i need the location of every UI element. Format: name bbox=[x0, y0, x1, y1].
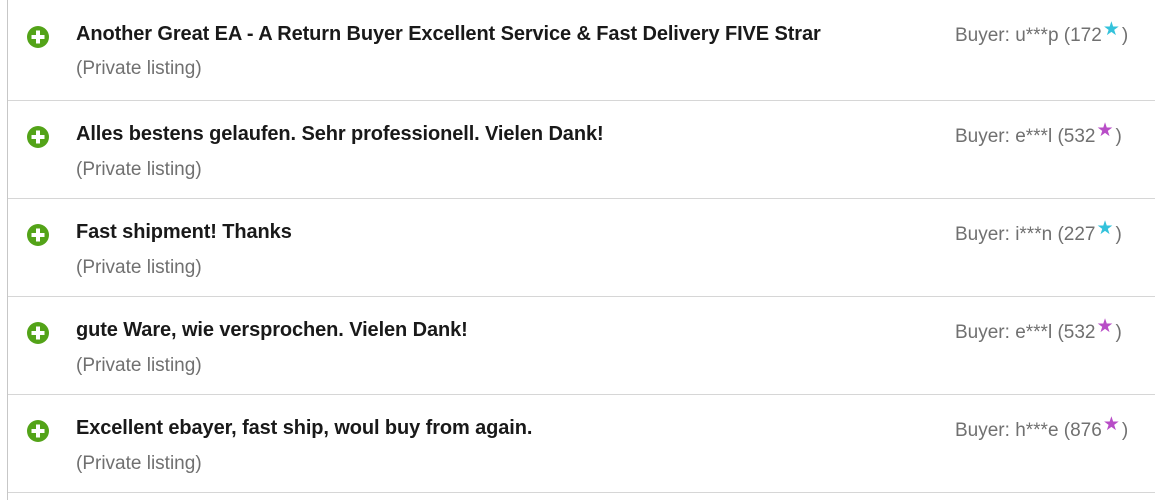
positive-plus-icon bbox=[26, 419, 50, 443]
buyer-info: Buyer: e***l (532★) bbox=[955, 316, 1122, 344]
positive-plus-icon bbox=[26, 125, 50, 149]
feedback-list: Another Great EA - A Return Buyer Excell… bbox=[7, 0, 1155, 500]
private-listing-label: (Private listing) bbox=[76, 159, 202, 180]
buyer-close-paren: ) bbox=[1121, 420, 1129, 441]
feedback-star-icon: ★ bbox=[1096, 316, 1114, 337]
feedback-row: Excellent ebayer, fast ship, woul buy fr… bbox=[8, 395, 1155, 493]
buyer-close-paren: ) bbox=[1115, 322, 1122, 343]
positive-plus-icon bbox=[26, 223, 50, 247]
feedback-star-icon: ★ bbox=[1096, 218, 1114, 239]
buyer-info: Buyer: h***e (876★) bbox=[955, 414, 1129, 442]
feedback-comment: gute Ware, wie versprochen. Vielen Dank! bbox=[76, 319, 468, 341]
buyer-id[interactable]: Buyer: h***e (876 bbox=[955, 420, 1102, 441]
buyer-close-paren: ) bbox=[1115, 126, 1122, 147]
buyer-close-paren: ) bbox=[1115, 224, 1122, 245]
private-listing-label: (Private listing) bbox=[76, 453, 202, 474]
buyer-info: Buyer: e***l (532★) bbox=[955, 120, 1122, 148]
buyer-id[interactable]: Buyer: e***l (532 bbox=[955, 322, 1095, 343]
private-listing-label: (Private listing) bbox=[76, 355, 202, 376]
feedback-star-icon: ★ bbox=[1096, 120, 1114, 141]
private-listing-label: (Private listing) bbox=[76, 58, 202, 79]
private-listing-label: (Private listing) bbox=[76, 257, 202, 278]
feedback-row: gute Ware, wie versprochen. Vielen Dank!… bbox=[8, 297, 1155, 395]
positive-plus-icon bbox=[26, 25, 50, 49]
positive-plus-icon bbox=[26, 321, 50, 345]
buyer-id[interactable]: Buyer: e***l (532 bbox=[955, 126, 1095, 147]
feedback-star-icon: ★ bbox=[1102, 19, 1120, 40]
feedback-comment: Excellent ebayer, fast ship, woul buy fr… bbox=[76, 417, 533, 439]
buyer-close-paren: ) bbox=[1121, 25, 1129, 46]
feedback-comment: Another Great EA - A Return Buyer Excell… bbox=[76, 23, 821, 45]
feedback-row: Alles bestens gelaufen. Sehr professione… bbox=[8, 101, 1155, 199]
buyer-info: Buyer: u***p (172★) bbox=[955, 19, 1129, 47]
feedback-star-icon: ★ bbox=[1102, 414, 1120, 435]
buyer-id[interactable]: Buyer: u***p (172 bbox=[955, 25, 1102, 46]
feedback-row: Fast shipment! Thanks (Private listing) … bbox=[8, 199, 1155, 297]
buyer-id[interactable]: Buyer: i***n (227 bbox=[955, 224, 1095, 245]
feedback-row: Another Great EA - A Return Buyer Excell… bbox=[8, 0, 1155, 101]
buyer-info: Buyer: i***n (227★) bbox=[955, 218, 1122, 246]
feedback-comment: Alles bestens gelaufen. Sehr professione… bbox=[76, 123, 604, 145]
feedback-comment: Fast shipment! Thanks bbox=[76, 221, 292, 243]
